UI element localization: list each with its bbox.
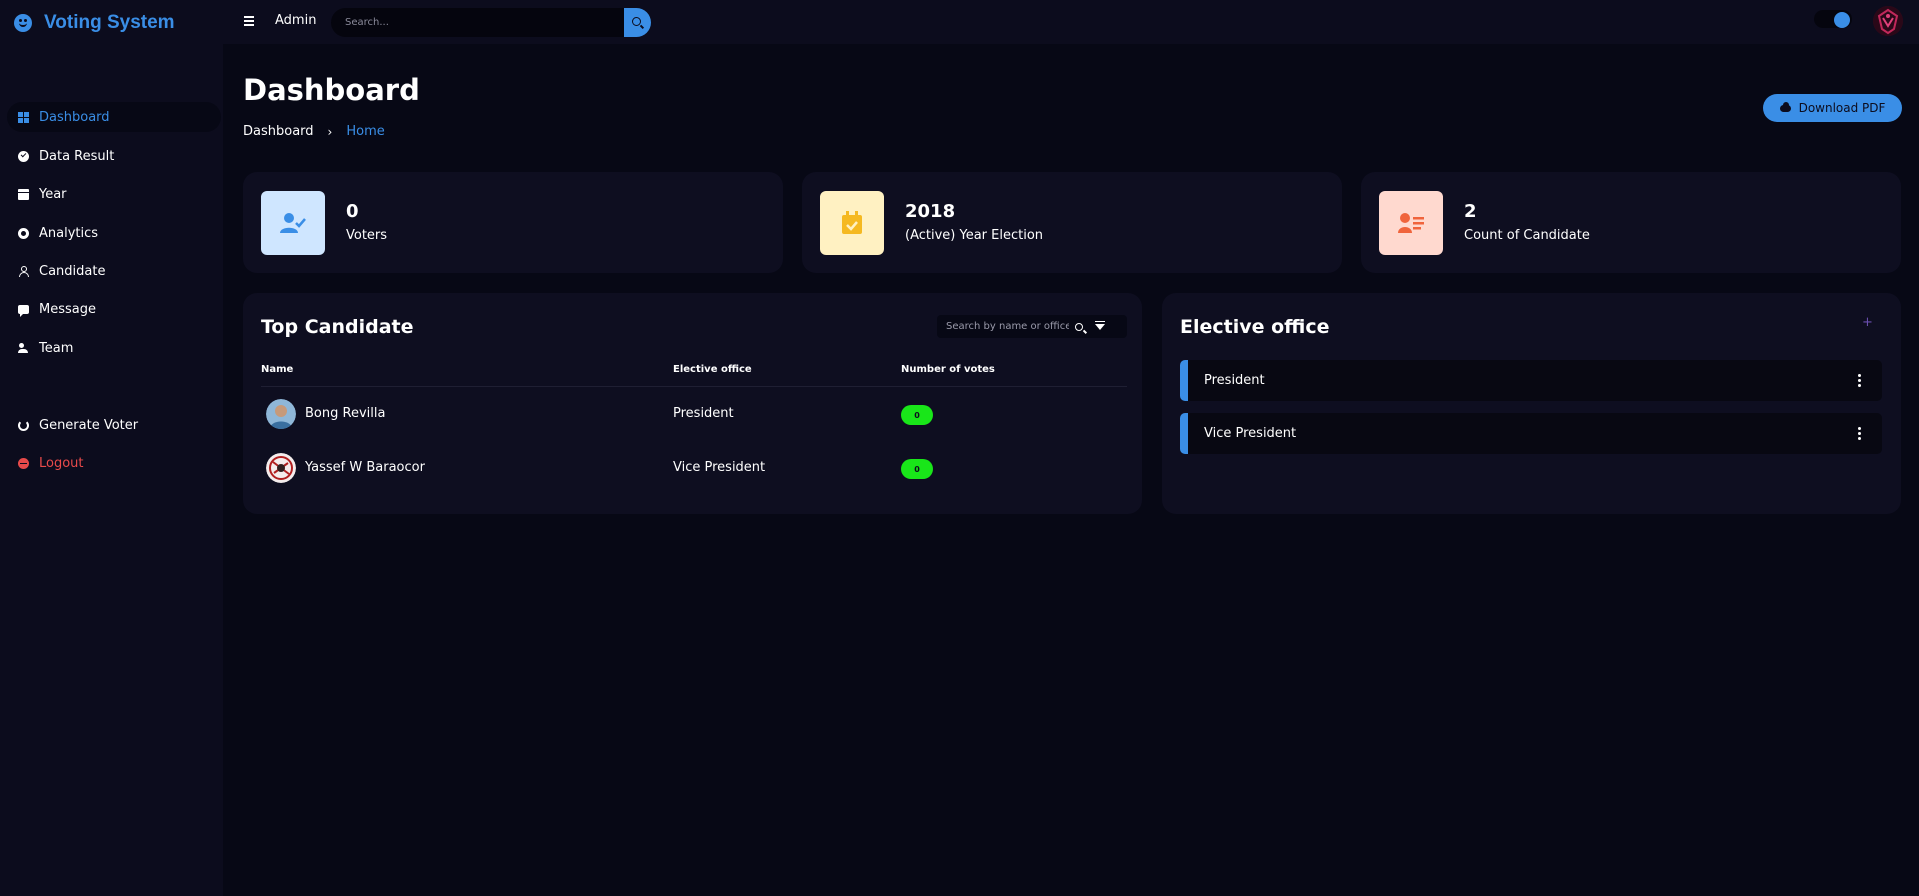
user-avatar[interactable] <box>1873 6 1903 36</box>
sidebar-item-candidate[interactable]: Candidate <box>7 256 221 286</box>
panel-title: Top Candidate <box>261 316 414 338</box>
check-circle-icon <box>18 150 29 162</box>
search-input[interactable] <box>331 8 624 37</box>
stat-icon-box <box>820 191 884 255</box>
stat-icon-box <box>261 191 325 255</box>
sidebar-item-label: Generate Voter <box>39 417 139 433</box>
candidate-office: President <box>673 406 734 421</box>
stat-icon-box <box>1379 191 1443 255</box>
logout-icon <box>18 457 29 469</box>
stat-label: Voters <box>346 228 388 243</box>
calendar-check-icon <box>842 211 862 234</box>
sidebar-item-label: Candidate <box>39 263 106 279</box>
breadcrumb-item[interactable]: Dashboard <box>243 124 314 139</box>
user-role-label: Admin <box>275 13 317 28</box>
ring-chart-icon <box>18 227 29 239</box>
vote-count-badge: 0 <box>901 405 933 425</box>
table-header-divider <box>261 386 1127 387</box>
download-pdf-label: Download PDF <box>1798 101 1886 115</box>
stat-card-year-election: 2018 (Active) Year Election <box>802 172 1342 273</box>
global-search <box>331 8 651 37</box>
sidebar-item-data-result[interactable]: Data Result <box>7 141 221 171</box>
sidebar-item-message[interactable]: Message <box>7 294 221 324</box>
more-options-icon[interactable] <box>1852 427 1866 441</box>
calendar-icon <box>18 188 29 200</box>
smiley-logo-icon <box>14 14 32 32</box>
sidebar-item-label: Data Result <box>39 148 115 164</box>
candidate-photo <box>266 399 296 429</box>
sidebar-item-label: Year <box>39 186 67 202</box>
page-title: Dashboard <box>243 73 420 107</box>
candidate-avatar <box>266 399 296 429</box>
top-candidate-panel: Top Candidate Name Elective office Numbe… <box>243 293 1142 514</box>
sidebar-item-label: Dashboard <box>39 109 110 125</box>
breadcrumb-current: Home <box>346 124 385 139</box>
more-options-icon[interactable] <box>1852 374 1866 388</box>
sidebar-item-generate-voter[interactable]: Generate Voter <box>7 410 221 440</box>
stat-card-candidates: 2 Count of Candidate <box>1361 172 1901 273</box>
app-title: Voting System <box>44 12 175 33</box>
sidebar-item-year[interactable]: Year <box>7 179 221 209</box>
breadcrumb: Dashboard › Home <box>243 124 385 139</box>
hamburger-menu-icon[interactable] <box>244 13 257 29</box>
office-item[interactable]: President <box>1180 360 1882 401</box>
stat-label: Count of Candidate <box>1464 228 1590 243</box>
search-button[interactable] <box>624 8 651 37</box>
stat-value: 0 <box>346 201 359 222</box>
stat-card-voters: 0 Voters <box>243 172 783 273</box>
team-icon <box>18 342 29 354</box>
sidebar-item-label: Team <box>39 340 74 356</box>
office-item[interactable]: Vice President <box>1180 413 1882 454</box>
office-accent-bar <box>1180 360 1188 401</box>
sidebar-item-logout[interactable]: Logout <box>7 448 221 478</box>
candidate-office: Vice President <box>673 460 766 475</box>
sidebar-item-label: Message <box>39 301 96 317</box>
dashboard-icon <box>18 111 29 123</box>
stat-value: 2 <box>1464 201 1477 222</box>
column-header-name[interactable]: Name <box>261 364 293 375</box>
theme-toggle[interactable] <box>1814 10 1852 28</box>
cloud-download-icon <box>1779 101 1791 112</box>
column-header-office[interactable]: Elective office <box>673 364 752 375</box>
candidate-search <box>937 315 1127 338</box>
candidate-photo <box>266 453 296 483</box>
chevron-right-icon: › <box>327 124 333 139</box>
message-icon <box>18 304 29 317</box>
sync-icon <box>18 419 29 431</box>
vote-count-badge: 0 <box>901 459 933 479</box>
sidebar-item-label: Analytics <box>39 225 99 241</box>
stat-label: (Active) Year Election <box>905 228 1044 243</box>
brand[interactable]: Voting System <box>14 10 175 36</box>
id-card-icon <box>1398 213 1424 233</box>
search-icon[interactable] <box>1075 322 1083 331</box>
office-accent-bar <box>1180 413 1188 454</box>
panel-title: Elective office <box>1180 316 1330 338</box>
filter-icon[interactable] <box>1095 320 1105 330</box>
office-label: Vice President <box>1204 426 1297 441</box>
candidate-search-input[interactable] <box>937 315 1069 338</box>
sidebar: Dashboard Data Result Year Analytics Can… <box>0 44 223 896</box>
top-bar: Voting System Admin <box>0 0 1919 44</box>
office-label: President <box>1204 373 1265 388</box>
candidate-name: Yassef W Baraocor <box>305 460 425 475</box>
stat-value: 2018 <box>905 201 956 222</box>
sidebar-item-analytics[interactable]: Analytics <box>7 218 221 248</box>
search-icon <box>632 17 641 26</box>
column-header-votes[interactable]: Number of votes <box>901 364 995 375</box>
candidate-avatar <box>266 453 296 483</box>
sidebar-item-dashboard[interactable]: Dashboard <box>7 102 221 132</box>
add-office-button[interactable]: + <box>1862 315 1873 330</box>
avatar-emblem-icon <box>1873 6 1903 36</box>
elective-office-panel: Elective office + President Vice Preside… <box>1162 293 1901 514</box>
toggle-knob <box>1834 12 1850 28</box>
user-check-icon <box>280 213 306 233</box>
download-pdf-button[interactable]: Download PDF <box>1763 94 1902 122</box>
sidebar-item-team[interactable]: Team <box>7 333 221 363</box>
user-icon <box>18 265 29 277</box>
sidebar-item-label: Logout <box>39 455 84 471</box>
candidate-name: Bong Revilla <box>305 406 386 421</box>
